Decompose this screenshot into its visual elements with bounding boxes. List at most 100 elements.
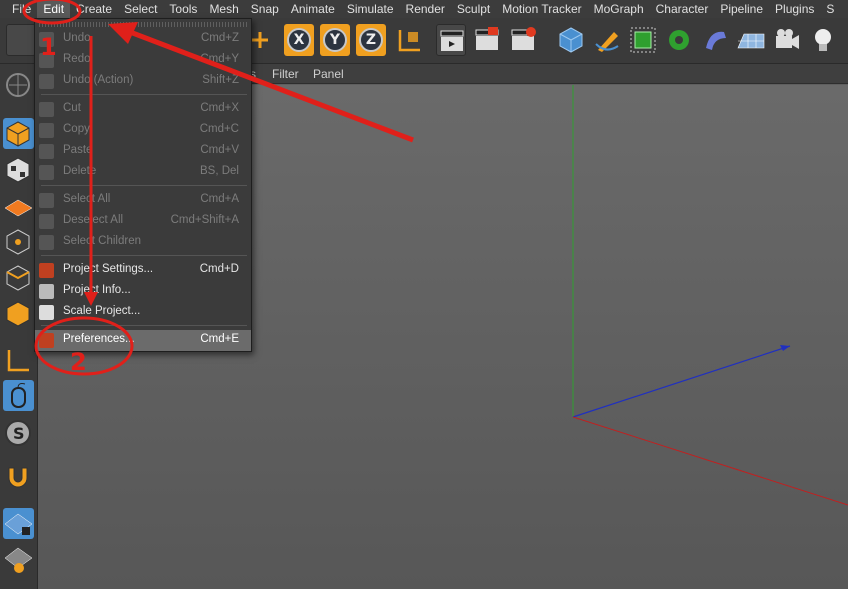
workplane-icon <box>4 199 33 217</box>
redo-icon <box>39 53 54 68</box>
edit-menu-item-cut[interactable]: Cut Cmd+X <box>35 99 251 120</box>
menu-snap[interactable]: Snap <box>245 0 285 18</box>
edit-menu-item-copy[interactable]: Copy Cmd+C <box>35 120 251 141</box>
tweak-mode-button[interactable] <box>3 380 34 411</box>
model-mode-button[interactable] <box>3 118 34 149</box>
grid-orange-icon <box>4 547 33 573</box>
edges-cube-icon <box>6 265 30 291</box>
cloner-icon <box>669 30 689 50</box>
y-axis-label: Y <box>323 28 347 52</box>
workplane-mode-button[interactable] <box>3 190 34 221</box>
z-axis-label: Z <box>359 28 383 52</box>
menu-tools[interactable]: Tools <box>163 0 203 18</box>
menu-item-shortcut: Cmd+Y <box>200 53 239 65</box>
edit-menu-item-delete[interactable]: Delete BS, Del <box>35 162 251 183</box>
subdivision-surface-button[interactable] <box>628 24 658 56</box>
live-selection-button[interactable] <box>6 24 36 56</box>
x-axis-lock-button[interactable]: X <box>284 24 314 56</box>
light-bulb-icon <box>815 29 831 51</box>
menu-bar: File Edit Create Select Tools Mesh Snap Animate… <box>0 0 848 18</box>
floor-icon <box>737 33 765 49</box>
edit-menu-item-redo[interactable]: Redo Cmd+Y <box>35 50 251 71</box>
menu-motion-tracker[interactable]: Motion Tracker <box>496 0 587 18</box>
menu-select[interactable]: Select <box>118 0 163 18</box>
undo-icon <box>39 32 54 47</box>
edit-menu-item-undo-action[interactable]: Undo (Action) Shift+Z <box>35 71 251 92</box>
floor-button[interactable] <box>736 24 766 56</box>
menu-mograph[interactable]: MoGraph <box>588 0 650 18</box>
edit-menu-item-preferences[interactable]: Preferences... Cmd+E <box>35 330 251 351</box>
edit-menu-item-paste[interactable]: Paste Cmd+V <box>35 141 251 162</box>
menu-simulate[interactable]: Simulate <box>341 0 400 18</box>
magnet-icon <box>8 467 28 488</box>
menu-separator <box>41 185 247 186</box>
planar-workplane-button[interactable] <box>3 544 34 575</box>
pen-spline-button[interactable] <box>592 24 622 56</box>
viewport-menu-filter[interactable]: Filter <box>272 67 299 81</box>
deselect-all-icon <box>39 214 54 229</box>
edit-menu-item-scale-project[interactable]: Scale Project... <box>35 302 251 323</box>
preferences-icon <box>39 333 54 348</box>
menu-render[interactable]: Render <box>400 0 451 18</box>
menu-edit[interactable]: Edit <box>37 0 71 18</box>
y-axis-lock-button[interactable]: Y <box>320 24 350 56</box>
edit-menu-item-deselect-all[interactable]: Deselect All Cmd+Shift+A <box>35 211 251 232</box>
menu-plugins[interactable]: Plugins <box>769 0 820 18</box>
clapboard-icon <box>440 30 464 51</box>
left-toolbar: S <box>0 64 38 589</box>
points-cube-icon <box>6 229 30 255</box>
select-all-icon <box>39 193 54 208</box>
bend-icon <box>706 31 726 50</box>
edit-menu-item-project-info[interactable]: Project Info... <box>35 281 251 302</box>
menu-mesh[interactable]: Mesh <box>203 0 244 18</box>
snap-s-icon: S <box>5 420 31 446</box>
render-settings-button[interactable] <box>508 24 538 56</box>
menu-pipeline[interactable]: Pipeline <box>714 0 769 18</box>
make-editable-button[interactable] <box>3 70 34 101</box>
edit-menu-item-project-settings[interactable]: Project Settings... Cmd+D <box>35 260 251 281</box>
cube-icon <box>559 27 583 53</box>
magnet-button[interactable] <box>3 462 34 493</box>
viewport-menu-panel[interactable]: Panel <box>313 67 344 81</box>
cube-button[interactable] <box>556 24 586 56</box>
render-to-picture-viewer-button[interactable] <box>472 24 502 56</box>
menu-character[interactable]: Character <box>650 0 715 18</box>
project-info-icon <box>39 284 54 299</box>
edges-mode-button[interactable] <box>3 262 34 293</box>
locked-workplane-button[interactable] <box>3 508 34 539</box>
enable-axis-button[interactable] <box>3 346 34 377</box>
menu-file[interactable]: File <box>6 0 37 18</box>
menu-item-shortcut: Cmd+Shift+A <box>170 214 239 226</box>
subdivision-icon <box>630 27 656 53</box>
deformer-button[interactable] <box>700 24 730 56</box>
project-settings-icon <box>39 263 54 278</box>
points-mode-button[interactable] <box>3 226 34 257</box>
coordinate-system-button[interactable] <box>394 24 424 56</box>
cloner-button[interactable] <box>664 24 694 56</box>
checker-cube-icon <box>6 157 30 183</box>
menu-separator <box>41 325 247 326</box>
menu-grip[interactable] <box>39 22 247 27</box>
menu-s[interactable]: S <box>820 0 840 18</box>
clapboard-gear-icon <box>511 27 536 50</box>
z-axis-lock-button[interactable]: Z <box>356 24 386 56</box>
menu-item-shortcut: Cmd+V <box>200 144 239 156</box>
camera-button[interactable] <box>772 24 802 56</box>
render-view-button[interactable] <box>436 24 466 56</box>
undo-action-icon <box>39 74 54 89</box>
polygons-mode-button[interactable] <box>3 298 34 329</box>
menu-separator <box>41 255 247 256</box>
scale-tool-icon[interactable] <box>250 24 270 56</box>
menu-animate[interactable]: Animate <box>285 0 341 18</box>
texture-mode-button[interactable] <box>3 154 34 185</box>
polygons-cube-icon <box>6 301 30 327</box>
axis-corner-icon <box>7 350 29 372</box>
edit-menu-item-select-all[interactable]: Select All Cmd+A <box>35 190 251 211</box>
light-button[interactable] <box>808 24 838 56</box>
menu-item-label: Copy <box>63 123 90 135</box>
edit-menu-item-select-children[interactable]: Select Children <box>35 232 251 253</box>
menu-create[interactable]: Create <box>70 0 118 18</box>
edit-menu-item-undo[interactable]: Undo Cmd+Z <box>35 29 251 50</box>
snap-button[interactable]: S <box>3 418 34 449</box>
menu-sculpt[interactable]: Sculpt <box>451 0 496 18</box>
